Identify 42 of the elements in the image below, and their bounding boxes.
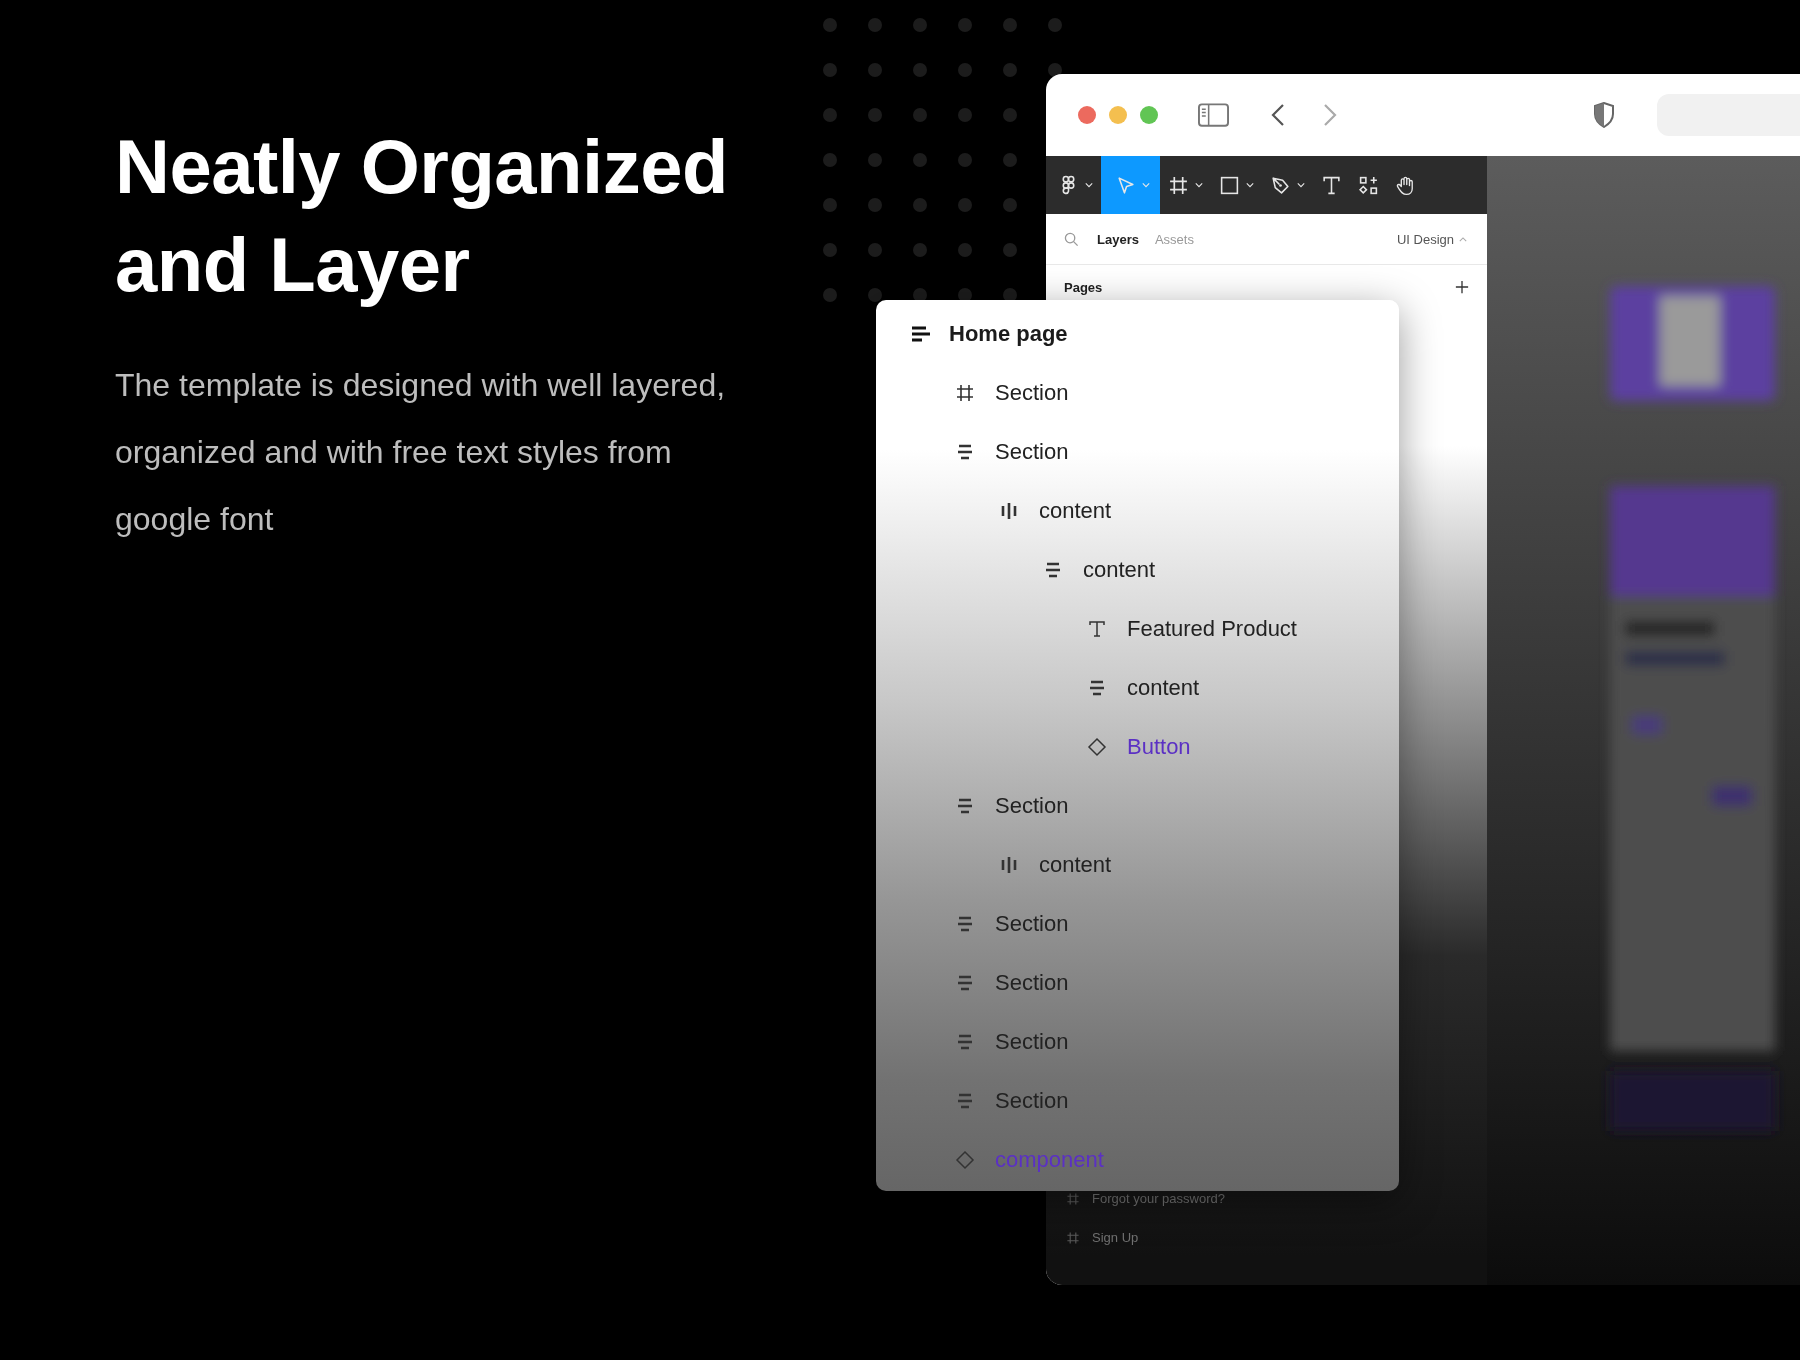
rectangle-icon — [1219, 174, 1240, 196]
page-selector[interactable]: UI Design — [1390, 230, 1473, 248]
pages-label: Pages — [1064, 279, 1103, 295]
layer-name[interactable]: content — [1039, 851, 1112, 878]
layer-name[interactable]: Section — [995, 792, 1069, 819]
page-name[interactable]: Home page — [949, 320, 1068, 347]
shield-icon[interactable] — [1593, 102, 1615, 128]
frame-icon — [1168, 174, 1189, 196]
diamond-icon — [955, 1149, 975, 1170]
frame-icon — [955, 382, 975, 403]
layer-name[interactable]: content — [1039, 497, 1112, 524]
layer-name[interactable]: Section — [995, 379, 1069, 406]
back-icon[interactable] — [1271, 103, 1285, 127]
search-icon[interactable] — [1064, 231, 1079, 247]
layer-name[interactable]: Section — [995, 438, 1069, 465]
columns-icon — [999, 500, 1019, 521]
columns-icon — [999, 854, 1019, 875]
headline: Neatly Organized and Layer — [115, 123, 729, 309]
diamond-icon — [1087, 736, 1107, 757]
layer-name[interactable]: Section — [995, 910, 1069, 937]
panel-tab[interactable]: Layers — [1089, 231, 1147, 247]
sidebar-icon[interactable] — [1198, 103, 1229, 127]
layer-name[interactable]: Section — [995, 1028, 1069, 1055]
frame-icon — [1066, 1191, 1080, 1206]
layer-name[interactable]: Sign Up — [1092, 1230, 1139, 1245]
hand-icon — [1395, 174, 1416, 196]
layer-name[interactable]: content — [1127, 674, 1200, 701]
layer-name[interactable]: Button — [1127, 733, 1191, 760]
caret-icon — [1459, 236, 1467, 242]
layer-name[interactable]: Section — [995, 969, 1069, 996]
page-icon — [911, 324, 931, 343]
window-control[interactable] — [1078, 106, 1096, 124]
resources-icon — [1358, 174, 1379, 196]
pen-icon — [1270, 174, 1291, 196]
add-icon[interactable] — [1455, 280, 1469, 294]
layer-name[interactable]: Featured Product — [1127, 615, 1297, 642]
description: The template is designed with well layered, organized and with free text styles from google font — [115, 366, 727, 539]
text-icon — [1087, 618, 1107, 639]
layer-name[interactable]: content — [1083, 556, 1156, 583]
frame-icon — [1066, 1230, 1080, 1245]
cursor-icon — [1115, 174, 1136, 196]
text-icon — [1321, 174, 1342, 196]
